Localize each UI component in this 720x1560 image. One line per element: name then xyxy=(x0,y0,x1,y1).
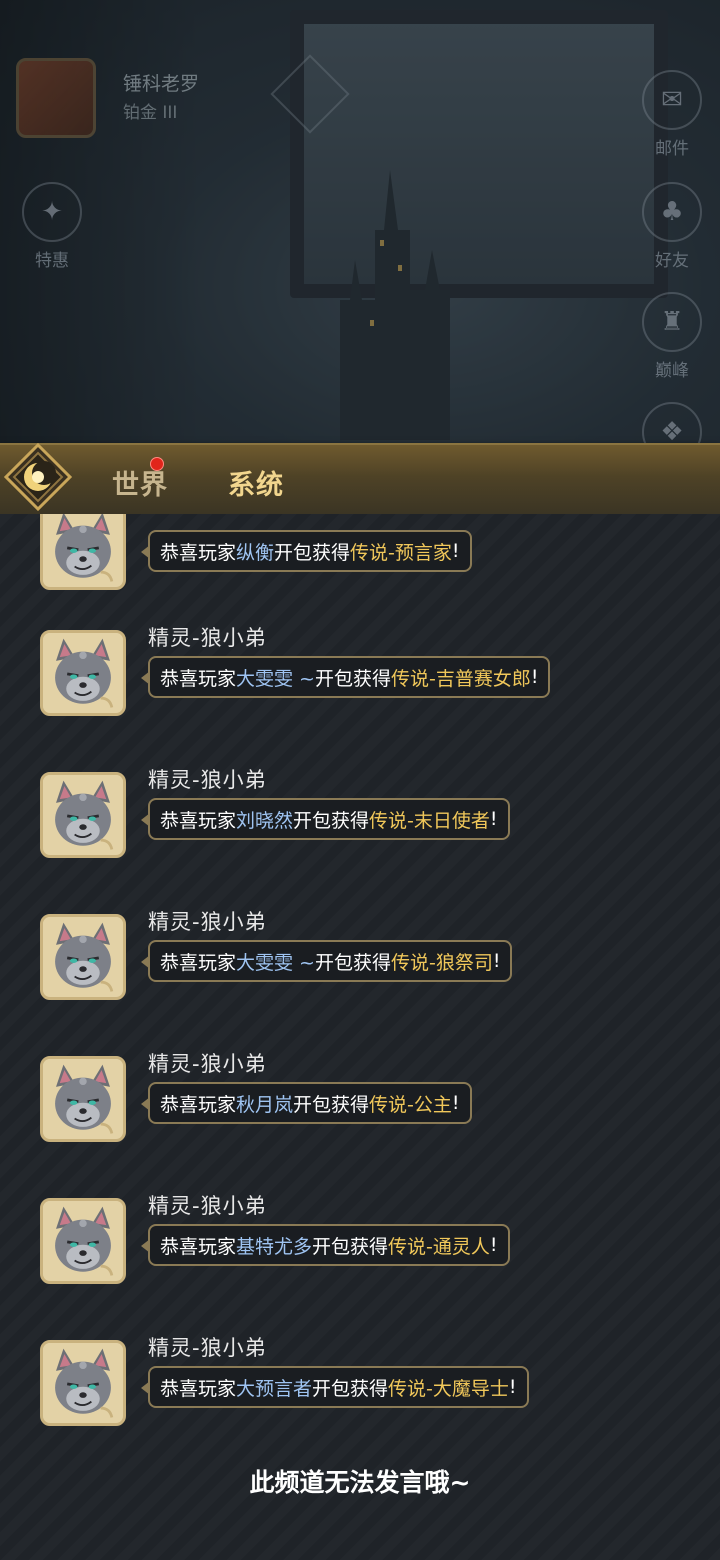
list-item: 精灵-狼小弟恭喜玩家 大雯雯 ~ 开包获得 传说-吉普赛女郎! xyxy=(40,626,680,740)
tab-system[interactable]: 系统 xyxy=(228,463,284,502)
message-suffix: ! xyxy=(489,808,498,830)
player-name[interactable]: 大预言者 xyxy=(236,1374,312,1401)
message-bubble: 恭喜玩家 刘晓然 开包获得 传说-末日使者! xyxy=(141,798,510,840)
message-mid: 开包获得 xyxy=(312,1377,389,1400)
profile-avatar[interactable] xyxy=(16,58,96,138)
wolf-avatar-icon[interactable] xyxy=(40,630,126,716)
message-suffix: ! xyxy=(530,666,539,688)
message-suffix: ! xyxy=(451,1092,460,1114)
legend-card-name: 传说-大魔导士 xyxy=(388,1377,509,1400)
message-prefix: 恭喜玩家 xyxy=(160,541,237,564)
list-item: 精灵-狼小弟恭喜玩家 刘晓然 开包获得 传说-末日使者! xyxy=(40,768,680,882)
legend-card-name: 传说-通灵人 xyxy=(388,1235,490,1258)
sender-name: 精灵-狼小弟 xyxy=(148,1052,267,1076)
list-item: 精灵-狼小弟恭喜玩家 大预言者 开包获得 传说-大魔导士! xyxy=(40,1336,680,1450)
message-prefix: 恭喜玩家 xyxy=(160,1093,237,1116)
legend-card-name: 传说-狼祭司 xyxy=(391,951,493,974)
mail-label: 邮件 xyxy=(655,139,689,159)
wolf-avatar-icon[interactable] xyxy=(40,914,126,1000)
peak-label: 巅峰 xyxy=(655,361,689,381)
message-prefix: 恭喜玩家 xyxy=(160,1377,237,1400)
list-item: 精灵-狼小弟恭喜玩家 基特尤多 开包获得 传说-通灵人! xyxy=(40,1194,680,1308)
moon-emblem-icon[interactable] xyxy=(4,443,72,511)
player-name[interactable]: 刘晓然 xyxy=(236,806,293,833)
message-prefix: 恭喜玩家 xyxy=(160,1235,237,1258)
message-bubble: 恭喜玩家 大雯雯 ~ 开包获得 传说-狼祭司! xyxy=(140,940,513,982)
message-bubble: 恭喜玩家 大雯雯 ~ 开包获得 传说-吉普赛女郎! xyxy=(140,656,551,698)
message-bubble: 恭喜玩家 大预言者 开包获得 传说-大魔导士! xyxy=(141,1366,529,1408)
wolf-avatar-icon[interactable] xyxy=(40,1198,126,1284)
sender-name: 精灵-狼小弟 xyxy=(148,626,267,650)
message-suffix: ! xyxy=(489,1234,498,1256)
message-mid: 开包获得 xyxy=(312,1235,389,1258)
message-mid: 开包获得 xyxy=(274,541,351,564)
wolf-avatar-icon[interactable] xyxy=(40,1340,126,1426)
notification-dot xyxy=(150,457,164,471)
message-bubble: 恭喜玩家 纵衡 开包获得 传说-预言家! xyxy=(141,530,472,572)
player-name[interactable]: 大雯雯 ~ xyxy=(236,664,315,691)
trophy-icon: ♜ xyxy=(642,292,702,352)
message-prefix: 恭喜玩家 xyxy=(160,951,237,974)
message-mid: 开包获得 xyxy=(314,951,391,974)
message-bubble: 恭喜玩家 基特尤多 开包获得 传说-通灵人! xyxy=(141,1224,510,1266)
peak-button[interactable]: ♜ 巅峰 xyxy=(632,292,712,381)
mail-icon: ✉ xyxy=(642,70,702,130)
list-item: 恭喜玩家 纵衡 开包获得 传说-预言家! xyxy=(40,514,680,614)
friends-button[interactable]: ♣ 好友 xyxy=(632,182,712,271)
message-mid: 开包获得 xyxy=(314,667,391,690)
message-mid: 开包获得 xyxy=(293,1093,370,1116)
mail-button[interactable]: ✉ 邮件 xyxy=(632,70,712,159)
message-prefix: 恭喜玩家 xyxy=(160,667,237,690)
legend-card-name: 传说-公主 xyxy=(369,1093,452,1116)
legend-card-name: 传说-末日使者 xyxy=(369,809,490,832)
sender-name: 精灵-狼小弟 xyxy=(148,1336,267,1360)
message-list[interactable]: 恭喜玩家 纵衡 开包获得 传说-预言家! 精灵-狼小弟 恭喜玩家 大雯雯 ~ 开包获得 传说-… xyxy=(0,514,720,1560)
special-offer-label: 特惠 xyxy=(35,251,69,271)
friends-icon: ♣ xyxy=(642,182,702,242)
channel-disabled-note: 此频道无法发言哦~ xyxy=(249,1468,471,1497)
special-offer-button[interactable]: ✦ 特惠 xyxy=(12,182,92,271)
player-name[interactable]: 秋月岚 xyxy=(236,1090,293,1117)
friends-label: 好友 xyxy=(655,251,689,271)
message-suffix: ! xyxy=(451,540,460,562)
scene-dim-overlay xyxy=(0,0,720,520)
message-suffix: ! xyxy=(492,950,501,972)
sender-name: 精灵-狼小弟 xyxy=(148,768,267,792)
profile-rank: 铂金 III xyxy=(123,103,178,123)
profile-name: 锤科老罗 xyxy=(123,73,200,95)
message-mid: 开包获得 xyxy=(293,809,370,832)
wolf-avatar-icon[interactable] xyxy=(40,514,126,590)
player-name[interactable]: 纵衡 xyxy=(236,538,274,565)
message-bubble: 恭喜玩家 秋月岚 开包获得 传说-公主! xyxy=(141,1082,472,1124)
sender-name: 精灵-狼小弟 xyxy=(148,910,267,934)
player-name[interactable]: 大雯雯 ~ xyxy=(236,948,315,975)
channel-tab-bar: 世界 系统 xyxy=(0,443,720,516)
message-prefix: 恭喜玩家 xyxy=(160,809,237,832)
legend-card-name: 传说-预言家 xyxy=(350,541,452,564)
wolf-avatar-icon[interactable] xyxy=(40,772,126,858)
gift-icon: ✦ xyxy=(22,182,82,242)
chat-screen: 锤科老罗 铂金 III ✦ 特惠 ✉ 邮件 ♣ 好友 ♜ 巅峰 ❖ 活动 xyxy=(0,0,720,1560)
message-suffix: ! xyxy=(508,1376,517,1398)
sender-name: 精灵-狼小弟 xyxy=(148,1194,267,1218)
list-item: 精灵-狼小弟恭喜玩家 秋月岚 开包获得 传说-公主! xyxy=(40,1052,680,1166)
legend-card-name: 传说-吉普赛女郎 xyxy=(391,667,531,690)
game-background: 锤科老罗 铂金 III ✦ 特惠 ✉ 邮件 ♣ 好友 ♜ 巅峰 ❖ 活动 xyxy=(0,0,720,520)
list-item: 精灵-狼小弟恭喜玩家 大雯雯 ~ 开包获得 传说-狼祭司! xyxy=(40,910,680,1024)
wolf-avatar-icon[interactable] xyxy=(40,1056,126,1142)
player-name[interactable]: 基特尤多 xyxy=(236,1232,312,1259)
